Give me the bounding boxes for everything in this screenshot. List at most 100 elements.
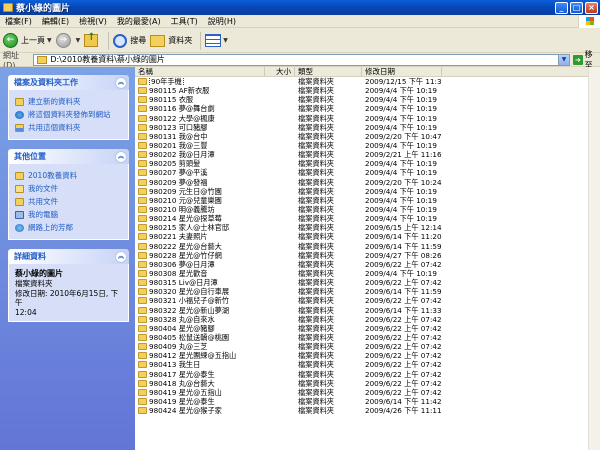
folder-icon <box>138 407 147 415</box>
file-row[interactable]: 980115 AF新衣服 檔案資料夾 2009/4/4 下午 10:19 <box>135 86 600 95</box>
file-row[interactable]: 980413 我生日 檔案資料夾 2009/6/22 上午 07:42 <box>135 360 600 369</box>
file-row[interactable]: 980215 家人@士林官邸 檔案資料夾 2009/6/15 上午 12:14 <box>135 223 600 232</box>
menu-favorites[interactable]: 我的最愛(A) <box>112 16 166 27</box>
folder-icon <box>138 270 147 278</box>
place-shared-documents[interactable]: 共用文件 <box>15 196 122 207</box>
file-row[interactable]: 980228 星光@竹仔網 檔案資料夾 2009/4/27 下午 08:26 <box>135 251 600 260</box>
file-type: 檔案資料夾 <box>298 168 334 178</box>
file-row[interactable]: 980322 星光@新山夢湖 檔案資料夾 2009/6/14 下午 11:33 <box>135 306 600 315</box>
folder-icon <box>138 352 147 360</box>
file-row[interactable]: 980418 丸@台藝大 檔案資料夾 2009/6/22 上午 07:42 <box>135 379 600 388</box>
menu-edit[interactable]: 編輯(E) <box>37 16 74 27</box>
column-header-date[interactable]: 修改日期 <box>362 67 442 76</box>
toolbar: ← 上一頁 ▼ → ▼ 搜尋 資料夾 ▼ <box>0 29 600 53</box>
file-name-cell: 980131 我@台中 <box>135 132 265 141</box>
file-row[interactable]: 980116 夢@舞台劇 檔案資料夾 2009/4/4 下午 10:19 <box>135 104 600 113</box>
file-row[interactable]: 980214 星光@探草莓 檔案資料夾 2009/4/4 下午 10:19 <box>135 214 600 223</box>
file-tasks-header[interactable]: 檔案及資料夾工作 ︽ <box>8 75 129 90</box>
minimize-button[interactable]: _ <box>555 1 568 14</box>
file-row[interactable]: 980404 星光@豬腳 檔案資料夾 2009/6/22 上午 07:42 <box>135 324 600 333</box>
other-places-header[interactable]: 其他位置 ︽ <box>8 149 129 164</box>
file-row[interactable]: 980328 丸@自來水 檔案資料夾 2009/6/22 上午 07:42 <box>135 315 600 324</box>
file-row[interactable]: 980424 星光@猴子家 檔案資料夾 2009/4/26 下午 11:11 <box>135 406 600 415</box>
file-row[interactable]: 980205 剪頭髮 檔案資料夾 2009/4/4 下午 10:19 <box>135 159 600 168</box>
file-row[interactable]: 980210 元@兒童樂園 檔案資料夾 2009/4/4 下午 10:19 <box>135 196 600 205</box>
file-row[interactable]: 980201 我@三豐 檔案資料夾 2009/4/4 下午 10:19 <box>135 141 600 150</box>
file-row[interactable]: 980419 星光@泰生 檔案資料夾 2009/6/14 下午 11:42 <box>135 397 600 406</box>
place-my-documents[interactable]: 我的文件 <box>15 183 122 194</box>
file-type: 檔案資料夾 <box>298 186 334 196</box>
folder-icon <box>138 187 147 195</box>
place-parent-folder[interactable]: 2010教養資料 <box>15 170 122 181</box>
forward-button[interactable]: → ▼ <box>55 33 81 48</box>
menu-help[interactable]: 說明(H) <box>203 16 241 27</box>
chevron-down-icon[interactable]: ▼ <box>558 54 570 65</box>
file-row[interactable]: 980409 丸@三芝 檔案資料夾 2009/6/22 上午 07:42 <box>135 342 600 351</box>
title-bar: 蔡小綠的圖片 _ □ × <box>0 0 600 15</box>
file-row[interactable]: 980405 松鼠送轎@桃園 檔案資料夾 2009/6/22 上午 07:42 <box>135 333 600 342</box>
file-row[interactable]: 980417 星光@泰生 檔案資料夾 2009/6/22 上午 07:42 <box>135 370 600 379</box>
file-type: 檔案資料夾 <box>298 259 334 269</box>
file-row[interactable]: 980115 衣服 檔案資料夾 2009/4/4 下午 10:19 <box>135 95 600 104</box>
file-row[interactable]: 980123 可口豬腳 檔案資料夾 2009/4/4 下午 10:19 <box>135 123 600 132</box>
file-row[interactable]: 90年手機 檔案資料夾 2009/12/15 下午 11:30 <box>135 77 600 87</box>
up-button[interactable] <box>84 32 100 47</box>
task-label: 建立新的資料夾 <box>28 97 81 106</box>
details-header[interactable]: 詳細資料 ︽ <box>8 249 129 264</box>
views-button[interactable]: ▼ <box>205 34 228 47</box>
column-header-type[interactable]: 類型 <box>295 67 362 76</box>
collapse-icon[interactable]: ︽ <box>115 250 127 263</box>
file-row[interactable]: 980306 夢@日月潭 檔案資料夾 2009/6/22 上午 07:42 <box>135 260 600 269</box>
search-button[interactable]: 搜尋 <box>113 33 146 48</box>
collapse-icon[interactable]: ︽ <box>115 150 127 163</box>
folders-button[interactable]: 資料夾 <box>150 34 192 47</box>
back-button[interactable]: ← 上一頁 ▼ <box>3 33 52 48</box>
chevron-down-icon[interactable]: ▼ <box>223 37 228 44</box>
collapse-icon[interactable]: ︽ <box>115 76 127 89</box>
file-row[interactable]: 980315 Liv@日月潭 檔案資料夾 2009/6/22 上午 07:42 <box>135 278 600 287</box>
file-date: 2009/6/22 上午 07:42 <box>365 351 442 361</box>
address-path[interactable]: D:\2010教養資料\蔡小綠的圖片 <box>50 54 558 65</box>
file-row[interactable]: 980320 星光@自行車展 檔案資料夾 2009/6/14 下午 11:59 <box>135 287 600 296</box>
file-row[interactable]: 980210 明@義騰坊 檔案資料夾 2009/4/4 下午 10:19 <box>135 205 600 214</box>
column-header-size[interactable]: 大小 <box>265 67 295 76</box>
file-row[interactable]: 980308 星光歡音 檔案資料夾 2009/4/4 下午 10:19 <box>135 269 600 278</box>
column-header-name[interactable]: 名稱 <box>135 67 265 76</box>
file-row[interactable]: 980122 大學@楓康 檔案資料夾 2009/4/4 下午 10:19 <box>135 114 600 123</box>
place-network[interactable]: 網路上的芳鄰 <box>15 222 122 233</box>
file-row[interactable]: 980222 星光@台藝大 檔案資料夾 2009/6/14 下午 11:59 <box>135 242 600 251</box>
file-row[interactable]: 980209 元生日@竹園 檔案資料夾 2009/4/4 下午 10:19 <box>135 187 600 196</box>
file-row[interactable]: 980202 我@日月潭 檔案資料夾 2009/2/21 上午 11:16 <box>135 150 600 159</box>
file-row[interactable]: 980207 夢@平溪 檔案資料夾 2009/4/4 下午 10:19 <box>135 168 600 177</box>
menu-file[interactable]: 檔案(F) <box>0 16 37 27</box>
file-date: 2009/6/22 上午 07:42 <box>365 323 442 333</box>
vertical-scrollbar[interactable] <box>588 67 600 450</box>
file-row[interactable]: 980131 我@台中 檔案資料夾 2009/2/20 下午 10:47 <box>135 132 600 141</box>
file-row[interactable]: 980321 小福兒子@新竹 檔案資料夾 2009/6/22 上午 07:42 <box>135 296 600 305</box>
maximize-button[interactable]: □ <box>570 1 583 14</box>
task-share-folder[interactable]: 共用這個資料夾 <box>15 122 122 133</box>
file-type: 檔案資料夾 <box>298 387 334 397</box>
file-row[interactable]: 980419 星光@五指山 檔案資料夾 2009/6/22 上午 07:42 <box>135 388 600 397</box>
file-date: 2009/6/22 上午 07:42 <box>365 259 442 269</box>
chevron-down-icon[interactable]: ▼ <box>76 37 81 44</box>
task-new-folder[interactable]: 建立新的資料夾 <box>15 96 122 107</box>
file-row[interactable]: 980221 夫妻照片 檔案資料夾 2009/6/14 下午 11:20 <box>135 232 600 241</box>
menu-tools[interactable]: 工具(T) <box>166 16 203 27</box>
close-button[interactable]: × <box>585 1 598 14</box>
chevron-down-icon[interactable]: ▼ <box>47 37 52 44</box>
file-row[interactable]: 980209 夢@發福 檔案資料夾 2009/2/20 下午 10:24 <box>135 178 600 187</box>
file-size <box>265 104 295 113</box>
file-size <box>265 95 295 104</box>
folder-icon <box>138 288 147 296</box>
menu-view[interactable]: 檢視(V) <box>74 16 112 27</box>
place-my-computer[interactable]: 我的電腦 <box>15 209 122 220</box>
file-name-cell: 980209 夢@發福 <box>135 178 265 187</box>
file-type: 檔案資料夾 <box>298 314 334 324</box>
task-publish-web[interactable]: 將這個資料夾發佈到網站 <box>15 109 122 120</box>
other-places-panel: 其他位置 ︽ 2010教養資料 我的文件 共用文件 我的電腦 網路上的芳鄰 <box>8 149 129 240</box>
toolbar-separator <box>200 31 202 50</box>
address-input[interactable]: D:\2010教養資料\蔡小綠的圖片 ▼ <box>33 53 571 66</box>
file-name-cell: 980214 星光@探草莓 <box>135 214 265 223</box>
file-row[interactable]: 980412 星光團練@五指山 檔案資料夾 2009/6/22 上午 07:42 <box>135 351 600 360</box>
